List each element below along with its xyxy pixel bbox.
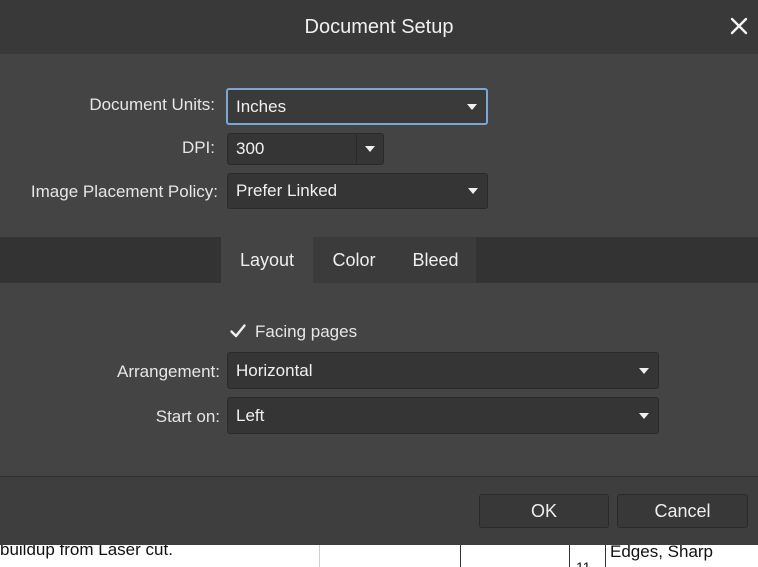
tab-color[interactable]: Color — [313, 237, 395, 283]
start-on-label: Start on: — [155, 407, 220, 426]
background-number-text: 11 — [576, 559, 591, 567]
dpi-dropdown-button[interactable] — [356, 134, 383, 164]
background-left-text: buildup from Laser cut. — [0, 545, 173, 559]
chevron-down-icon — [639, 412, 649, 419]
arrangement-label: Arrangement: — [117, 362, 220, 381]
dpi-value: 300 — [236, 139, 265, 158]
dpi-label: DPI: — [181, 138, 215, 157]
facing-pages-checkbox[interactable] — [229, 322, 247, 340]
document-units-label: Document Units: — [89, 95, 215, 114]
close-icon — [730, 17, 748, 35]
chevron-down-icon — [467, 103, 477, 110]
start-on-dropdown[interactable]: Left — [227, 397, 659, 434]
document-units-dropdown[interactable]: Inches — [226, 88, 488, 125]
close-button[interactable] — [724, 10, 754, 42]
dialog-title: Document Setup — [304, 16, 454, 38]
tab-bleed[interactable]: Bleed — [395, 237, 476, 283]
document-units-value: Inches — [236, 96, 287, 116]
image-placement-value: Prefer Linked — [236, 181, 338, 200]
checkmark-icon — [230, 324, 246, 338]
tab-layout[interactable]: Layout — [221, 237, 313, 283]
arrangement-dropdown[interactable]: Horizontal — [227, 352, 659, 389]
background-cell — [460, 545, 570, 567]
chevron-down-icon — [365, 146, 375, 152]
background-cell: buildup from Laser cut. — [0, 545, 320, 567]
background-cell: 11 — [570, 545, 606, 567]
background-document: buildup from Laser cut. 11 Edges, Sharp — [0, 545, 758, 567]
dpi-combobox[interactable]: 300 — [227, 133, 384, 165]
background-right-text: Edges, Sharp — [610, 545, 714, 561]
chevron-down-icon — [639, 367, 649, 374]
cancel-button[interactable]: Cancel — [617, 494, 748, 528]
ok-button[interactable]: OK — [479, 494, 609, 528]
arrangement-value: Horizontal — [236, 360, 313, 380]
chevron-down-icon — [468, 188, 478, 194]
image-placement-dropdown[interactable]: Prefer Linked — [227, 173, 488, 209]
start-on-value: Left — [236, 405, 265, 425]
image-placement-label: Image Placement Policy: — [30, 182, 218, 201]
dialog-titlebar: Document Setup — [0, 0, 758, 54]
facing-pages-label: Facing pages — [255, 322, 358, 341]
